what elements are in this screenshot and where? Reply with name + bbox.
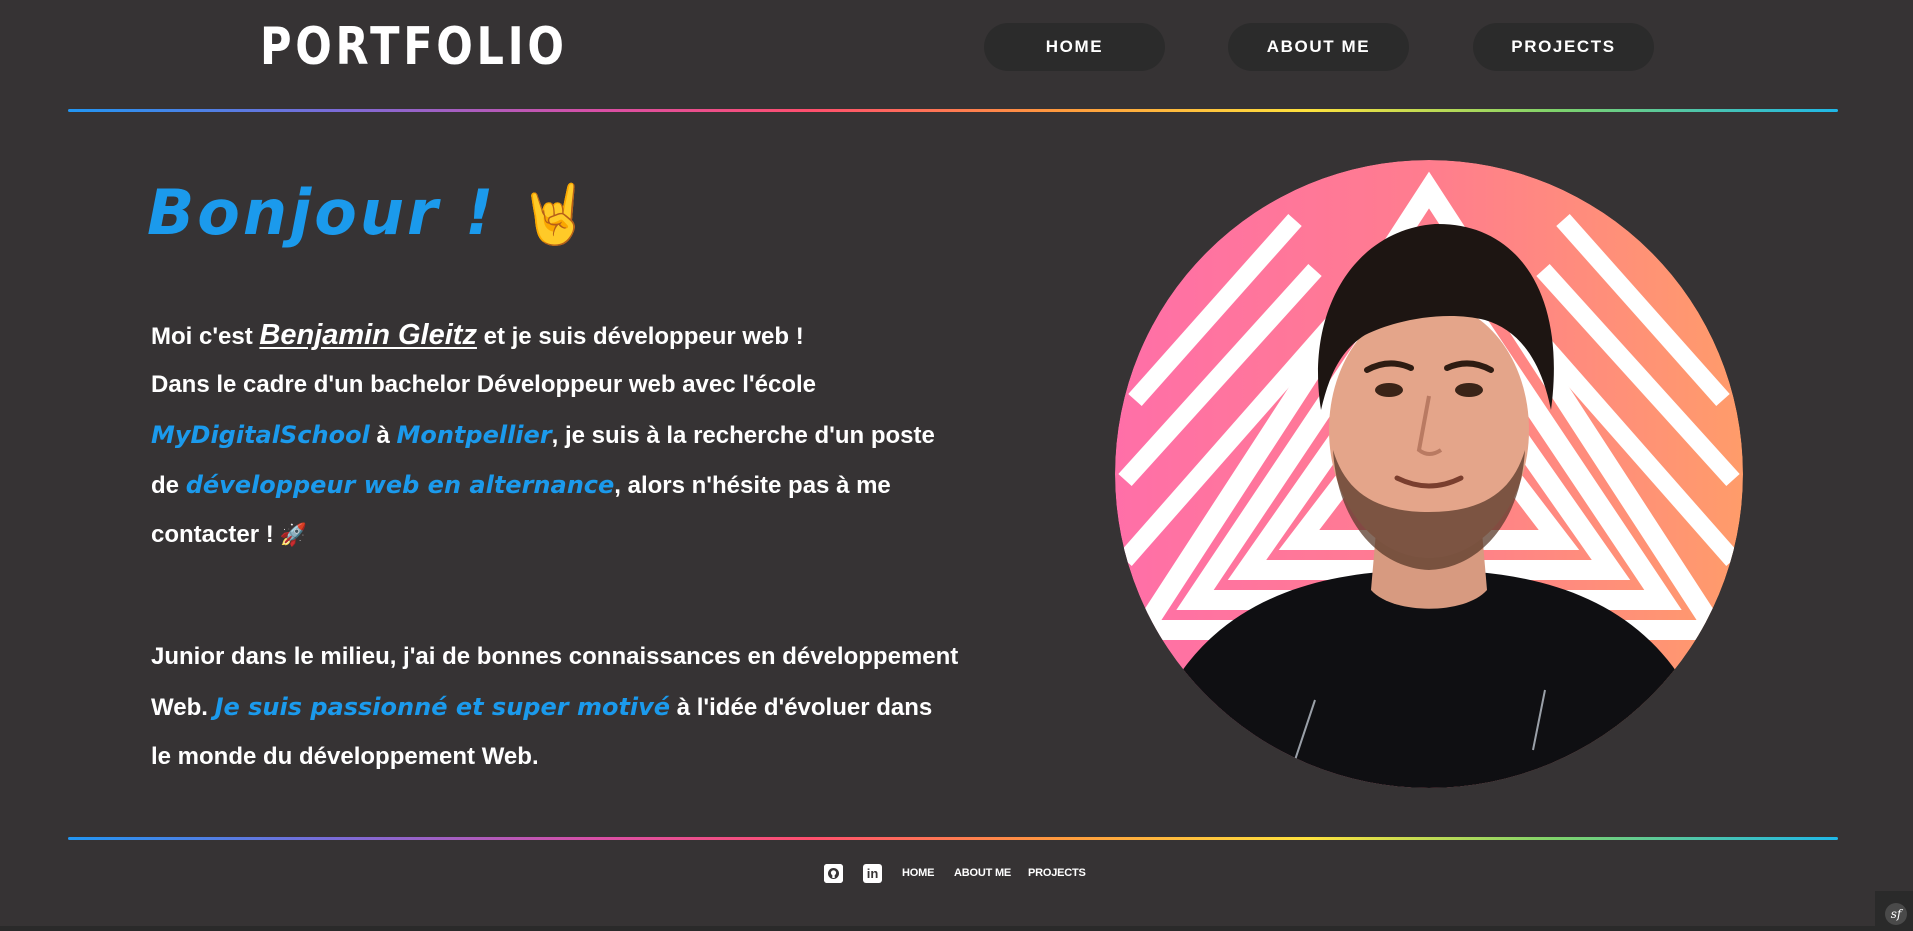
motivation-highlight: Je suis passionné et super motivé xyxy=(214,693,671,721)
junior-line: le monde du développement Web. xyxy=(151,732,1001,782)
intro-text: Moi c'est xyxy=(151,323,260,350)
footer-link-about-me[interactable]: ABOUT ME xyxy=(954,867,1011,879)
junior-paragraph: Junior dans le milieu, j'ai de bonnes co… xyxy=(151,632,1001,782)
symfony-icon: sf xyxy=(1885,903,1907,925)
symfony-toolbar-badge[interactable]: sf xyxy=(1875,891,1913,931)
site-logo[interactable]: PORTFOLIO xyxy=(260,14,568,80)
profile-photo xyxy=(1115,160,1743,788)
intro-line: MyDigitalSchool à Montpellier, je suis à… xyxy=(151,410,1001,460)
linkedin-icon[interactable]: in xyxy=(863,864,882,883)
github-icon[interactable] xyxy=(824,864,843,883)
city-highlight: Montpellier xyxy=(396,421,552,449)
junior-line: Web. Je suis passionné et super motivé à… xyxy=(151,682,1001,732)
greeting-text: Bonjour ! xyxy=(147,176,497,249)
rainbow-divider-top xyxy=(68,109,1838,112)
rocket-icon: 🚀 xyxy=(279,522,308,547)
rock-hand-icon: 🤘 xyxy=(518,180,594,248)
footer-link-home[interactable]: HOME xyxy=(902,867,934,879)
intro-text: à xyxy=(369,422,397,449)
intro-text: , alors n'hésite pas à me xyxy=(614,472,891,499)
nav-home-button[interactable]: HOME xyxy=(984,23,1165,71)
greeting-heading: Bonjour ! 🤘 xyxy=(147,170,594,257)
intro-line: Moi c'est Benjamin Gleitz et je suis dév… xyxy=(151,310,1001,360)
rainbow-divider-bottom xyxy=(68,837,1838,840)
junior-text: à l'idée d'évoluer dans xyxy=(670,694,933,721)
intro-paragraph: Moi c'est Benjamin Gleitz et je suis dév… xyxy=(151,310,1001,560)
author-name: Benjamin Gleitz xyxy=(259,319,477,351)
intro-text: , je suis à la recherche d'un poste xyxy=(551,422,935,449)
intro-text: Dans le cadre d'un bachelor Développeur … xyxy=(151,371,816,398)
nav-projects-button[interactable]: PROJECTS xyxy=(1473,23,1654,71)
role-highlight: développeur web en alternance xyxy=(185,471,615,499)
profile-photo-illustration xyxy=(1115,160,1743,788)
bottom-scroll-strip xyxy=(0,926,1913,931)
intro-text: de xyxy=(151,472,186,499)
intro-line: de développeur web en alternance, alors … xyxy=(151,460,1001,510)
github-icon-svg xyxy=(824,864,843,883)
nav-about-me-button[interactable]: ABOUT ME xyxy=(1228,23,1409,71)
intro-text: contacter ! xyxy=(151,521,274,548)
site-footer: in HOME ABOUT ME PROJECTS xyxy=(0,862,1913,892)
intro-line: Dans le cadre d'un bachelor Développeur … xyxy=(151,360,1001,410)
intro-text: et je suis développeur web ! xyxy=(476,323,804,350)
junior-text: Web. xyxy=(151,694,215,721)
school-highlight: MyDigitalSchool xyxy=(151,421,370,449)
intro-line: contacter ! 🚀 xyxy=(151,510,1001,560)
junior-text: Junior dans le milieu, j'ai de bonnes co… xyxy=(151,643,959,670)
footer-link-projects[interactable]: PROJECTS xyxy=(1028,867,1086,879)
junior-line: Junior dans le milieu, j'ai de bonnes co… xyxy=(151,632,1001,682)
junior-text: le monde du développement Web. xyxy=(151,743,539,770)
